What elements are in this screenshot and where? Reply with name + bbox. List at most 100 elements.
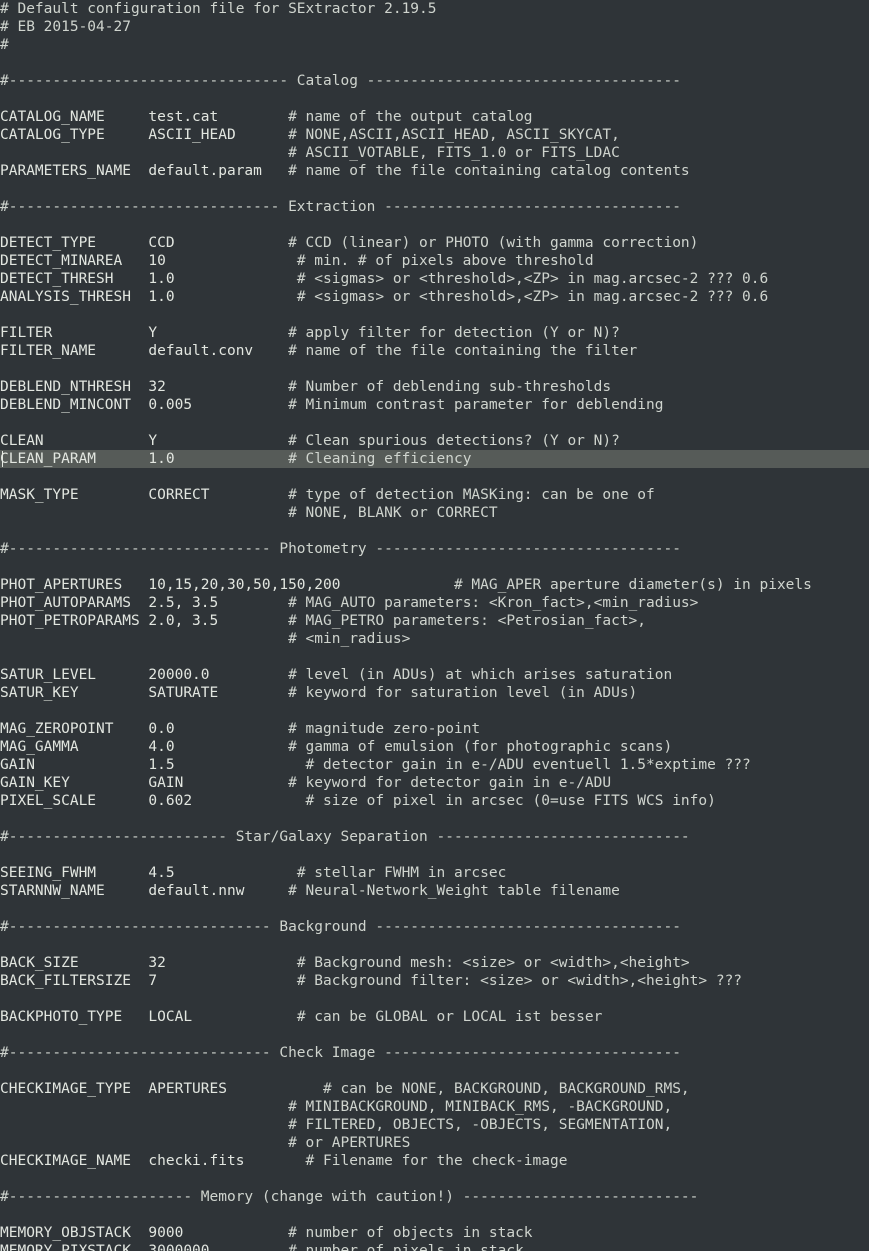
config-entry: CATALOG_NAME test.cat [0,109,289,125]
editor-line[interactable] [0,936,869,954]
editor-line[interactable]: GAIN 1.5 # detector gain in e-/ADU event… [0,756,869,774]
editor-line[interactable] [0,990,869,1008]
editor-line[interactable]: FILTER Y # apply filter for detection (Y… [0,324,869,342]
editor-line[interactable] [0,1026,869,1044]
comment-text: # MINIBACKGROUND, MINIBACK_RMS, -BACKGRO… [288,1099,673,1115]
comment-text: # NONE, BLANK or CORRECT [288,505,498,521]
editor-line[interactable]: DEBLEND_MINCONT 0.005 # Minimum contrast… [0,396,869,414]
config-entry: DEBLEND_MINCONT 0.005 [0,397,289,413]
editor-line[interactable]: # FILTERED, OBJECTS, -OBJECTS, SEGMENTAT… [0,1116,869,1134]
editor-line[interactable] [0,360,869,378]
config-entry: MAG_GAMMA 4.0 [0,739,289,755]
editor-line[interactable]: MEMORY_PIXSTACK 3000000 # number of pixe… [0,1242,869,1251]
editor-line[interactable]: MEMORY_OBJSTACK 9000 # number of objects… [0,1224,869,1242]
editor-line[interactable] [0,702,869,720]
editor-line[interactable] [0,1206,869,1224]
comment-text: #--------------------- Memory (change wi… [0,1189,699,1205]
editor-line[interactable] [0,1062,869,1080]
editor-line[interactable]: # [0,36,869,54]
comment-text: # EB 2015-04-27 [0,19,131,35]
editor-line[interactable]: # Default configuration file for SExtrac… [0,0,869,18]
editor-line[interactable]: SATUR_LEVEL 20000.0 # level (in ADUs) at… [0,666,869,684]
config-entry: DEBLEND_NTHRESH 32 [0,379,289,395]
editor-line[interactable] [0,900,869,918]
editor-line[interactable]: #------------------------------ Backgrou… [0,918,869,936]
editor-line[interactable]: BACK_FILTERSIZE 7 # Background filter: <… [0,972,869,990]
comment-text: # <min_radius> [288,631,411,647]
editor-line[interactable]: PHOT_PETROPARAMS 2.0, 3.5 # MAG_PETRO pa… [0,612,869,630]
editor-line[interactable]: DEBLEND_NTHRESH 32 # Number of deblendin… [0,378,869,396]
comment-text: # Number of deblending sub-thresholds [288,379,612,395]
editor-line[interactable]: PHOT_APERTURES 10,15,20,30,50,150,200 # … [0,576,869,594]
editor-line[interactable]: #------------------------------ Photomet… [0,540,869,558]
editor-line[interactable] [0,54,869,72]
editor-line[interactable]: #-------------------------------- Catalo… [0,72,869,90]
editor-line[interactable]: CATALOG_NAME test.cat # name of the outp… [0,108,869,126]
editor-line[interactable] [0,1170,869,1188]
editor-line[interactable] [0,846,869,864]
config-entry: CATALOG_TYPE ASCII_HEAD [0,127,289,143]
editor-line[interactable]: CLEAN Y # Clean spurious detections? (Y … [0,432,869,450]
editor-line[interactable]: MASK_TYPE CORRECT # type of detection MA… [0,486,869,504]
editor-line[interactable]: PIXEL_SCALE 0.602 # size of pixel in arc… [0,792,869,810]
editor-line[interactable]: CATALOG_TYPE ASCII_HEAD # NONE,ASCII,ASC… [0,126,869,144]
editor-line[interactable] [0,810,869,828]
config-entry: DETECT_TYPE CCD [0,235,289,251]
editor-line[interactable]: # <min_radius> [0,630,869,648]
editor-line[interactable] [0,216,869,234]
editor-line[interactable]: # MINIBACKGROUND, MINIBACK_RMS, -BACKGRO… [0,1098,869,1116]
comment-text: #------------------------------- Extract… [0,199,681,215]
editor-line[interactable]: FILTER_NAME default.conv # name of the f… [0,342,869,360]
editor-line[interactable]: # ASCII_VOTABLE, FITS_1.0 or FITS_LDAC [0,144,869,162]
editor-line[interactable]: #--------------------- Memory (change wi… [0,1188,869,1206]
editor-line[interactable] [0,522,869,540]
config-entry: PHOT_APERTURES 10,15,20,30,50,150,200 [0,577,454,593]
config-entry: BACK_SIZE 32 [0,955,297,971]
editor-line[interactable]: MAG_ZEROPOINT 0.0 # magnitude zero-point [0,720,869,738]
editor-line[interactable]: STARNNW_NAME default.nnw # Neural-Networ… [0,882,869,900]
editor-line[interactable]: # EB 2015-04-27 [0,18,869,36]
editor-cursor-line[interactable]: CLEAN_PARAM 1.0 # Cleaning efficiency [0,450,869,468]
editor-line[interactable] [0,180,869,198]
comment-text: # <sigmas> or <threshold>,<ZP> in mag.ar… [296,289,769,305]
comment-text: # apply filter for detection (Y or N)? [288,325,620,341]
editor-line[interactable] [0,648,869,666]
editor-line[interactable]: DETECT_THRESH 1.0 # <sigmas> or <thresho… [0,270,869,288]
config-entry: CLEAN Y [0,433,289,449]
editor-line[interactable]: CHECKIMAGE_NAME checki.fits # Filename f… [0,1152,869,1170]
editor-line[interactable] [0,90,869,108]
editor-line[interactable]: DETECT_TYPE CCD # CCD (linear) or PHOTO … [0,234,869,252]
comment-text: #-------------------------------- Catalo… [0,73,681,89]
editor-line[interactable]: MAG_GAMMA 4.0 # gamma of emulsion (for p… [0,738,869,756]
comment-text: # type of detection MASKing: can be one … [288,487,655,503]
editor-line[interactable]: PHOT_AUTOPARAMS 2.5, 3.5 # MAG_AUTO para… [0,594,869,612]
editor-line[interactable]: DETECT_MINAREA 10 # min. # of pixels abo… [0,252,869,270]
editor-line[interactable]: GAIN_KEY GAIN # keyword for detector gai… [0,774,869,792]
editor-line[interactable]: SEEING_FWHM 4.5 # stellar FWHM in arcsec [0,864,869,882]
comment-text: # FILTERED, OBJECTS, -OBJECTS, SEGMENTAT… [288,1117,673,1133]
editor-line[interactable]: #------------------------------ Check Im… [0,1044,869,1062]
editor-line[interactable] [0,558,869,576]
editor-line[interactable]: BACK_SIZE 32 # Background mesh: <size> o… [0,954,869,972]
editor-line[interactable]: CHECKIMAGE_TYPE APERTURES # can be NONE,… [0,1080,869,1098]
editor-line[interactable]: #------------------------- Star/Galaxy S… [0,828,869,846]
editor-line[interactable]: ANALYSIS_THRESH 1.0 # <sigmas> or <thres… [0,288,869,306]
comment-text: #------------------------- Star/Galaxy S… [0,829,690,845]
editor-line[interactable] [0,468,869,486]
config-entry: MASK_TYPE CORRECT [0,487,289,503]
config-entry: GAIN 1.5 [0,757,306,773]
text-caret [2,451,3,467]
comment-text: # <sigmas> or <threshold>,<ZP> in mag.ar… [296,271,769,287]
editor-line[interactable] [0,414,869,432]
editor-line[interactable]: SATUR_KEY SATURATE # keyword for saturat… [0,684,869,702]
editor-line[interactable]: BACKPHOTO_TYPE LOCAL # can be GLOBAL or … [0,1008,869,1026]
config-entry: PIXEL_SCALE 0.602 [0,793,306,809]
editor-line[interactable]: PARAMETERS_NAME default.param # name of … [0,162,869,180]
editor-line[interactable]: # or APERTURES [0,1134,869,1152]
comment-text: # MAG_PETRO parameters: <Petrosian_fact>… [288,613,647,629]
editor-line[interactable]: #------------------------------- Extract… [0,198,869,216]
editor-line[interactable] [0,306,869,324]
text-editor-buffer[interactable]: # Default configuration file for SExtrac… [0,0,869,1251]
config-entry [0,631,288,647]
editor-line[interactable]: # NONE, BLANK or CORRECT [0,504,869,522]
